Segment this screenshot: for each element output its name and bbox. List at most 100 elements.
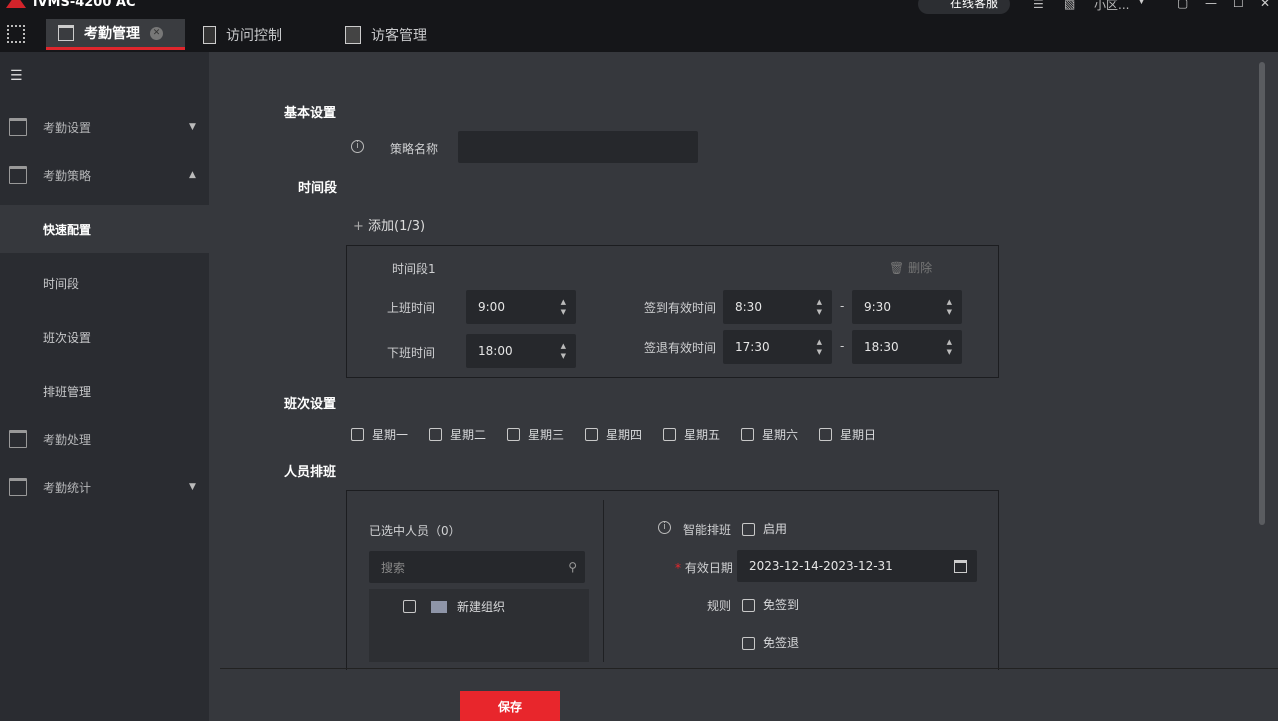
support-button[interactable]: 在线客服 [918,0,1010,14]
checkbox[interactable] [741,428,754,441]
day-thu[interactable]: 星期四 [585,426,642,443]
checkbox[interactable] [351,428,364,441]
section-basic: 基本设置 [284,106,337,121]
checkout-from-input[interactable]: 17:30 ▲ ▼ [723,330,832,364]
org-node[interactable]: 新建组织 [403,598,505,615]
chevron-up-icon: ▲ [189,170,196,180]
on-time-input[interactable]: 9:00 ▲ ▼ [466,290,576,324]
sidebar: ☰ 考勤设置 ▼ 考勤策略 ▲ 快速配置 时间段 班次设置 排班管理 考勤处理 考勤… [0,52,209,721]
checkbox[interactable] [585,428,598,441]
info-icon: i [658,521,671,534]
spinner-icon[interactable]: ▲ ▼ [817,297,822,317]
calendar-icon [58,25,74,41]
checkbox[interactable] [507,428,520,441]
sidebar-item-policy[interactable]: 考勤策略 ▲ [0,151,209,199]
sidebar-sub-shift[interactable]: 班次设置 [0,313,209,361]
off-time-input[interactable]: 18:00 ▲ ▼ [466,334,576,368]
day-sat[interactable]: 星期六 [741,426,798,443]
checkin-label: 签到有效时间 [644,301,717,315]
on-time-label: 上班时间 [387,301,436,315]
checkbox[interactable] [819,428,832,441]
section-shift: 班次设置 [284,397,337,412]
rule-label: 规则 [707,599,732,613]
trash-icon: 🗑 [889,261,905,275]
sidebar-item-processing[interactable]: 考勤处理 [0,415,209,463]
door-icon [203,25,216,44]
app-logo [6,0,26,8]
spinner-icon[interactable]: ▲ ▼ [817,337,822,357]
selected-count: 已选中人员（0） [369,524,461,538]
checkin-to-input[interactable]: 9:30 ▲ ▼ [852,290,962,324]
chevron-down-icon[interactable]: ▼ [1138,0,1145,6]
delete-button[interactable]: 🗑 删除 [889,259,932,276]
tab-bar: 考勤管理 ✕ 访问控制 访客管理 [0,14,1278,52]
spinner-icon[interactable]: ▲ ▼ [561,341,566,361]
policy-name-label: 策略名称 [390,142,439,156]
sidebar-sub-quick-config[interactable]: 快速配置 [0,205,209,253]
sidebar-item-settings[interactable]: 考勤设置 ▼ [0,103,209,151]
tab-attendance[interactable]: 考勤管理 ✕ [46,19,185,50]
tab-visitor[interactable]: 访客管理 [345,19,427,50]
day-mon[interactable]: 星期一 [351,426,408,443]
enable-checkbox[interactable]: 启用 [742,520,787,537]
visitor-icon [345,25,361,44]
stats-icon[interactable]: ▧ [1064,0,1075,11]
policy-name-input[interactable] [458,131,698,163]
chart-icon [9,478,27,496]
grid-icon[interactable] [7,25,25,43]
checkout-to-input[interactable]: 18:30 ▲ ▼ [852,330,962,364]
no-checkin-checkbox[interactable]: 免签到 [742,596,799,613]
checkout-label: 签退有效时间 [644,341,717,355]
day-wed[interactable]: 星期三 [507,426,564,443]
day-fri[interactable]: 星期五 [663,426,720,443]
checkbox[interactable] [663,428,676,441]
user-menu[interactable]: 小区... [1094,0,1129,13]
date-label: * 有效日期 [675,561,733,575]
title-bar: iVMS-4200 AC 在线客服 ☰ ▧ 小区... ▼ ▢ — ☐ ✕ [0,0,1278,14]
folder-icon [431,600,447,613]
maximize-icon[interactable]: ☐ [1233,0,1244,10]
minimize-icon[interactable]: — [1205,0,1217,10]
divider [603,500,604,662]
lock-icon[interactable]: ▢ [1177,0,1188,10]
sidebar-sub-schedule[interactable]: 排班管理 [0,367,209,415]
scrollbar[interactable] [1259,62,1265,525]
footer-divider [220,668,1278,669]
search-input[interactable]: 搜索 ⚲ [369,551,585,583]
checkin-from-input[interactable]: 8:30 ▲ ▼ [723,290,832,324]
dash: - [840,299,845,313]
menu-list-icon[interactable]: ☰ [1033,0,1044,11]
save-button[interactable]: 保存 [460,691,560,721]
close-tab-icon[interactable]: ✕ [150,26,163,40]
calendar-icon[interactable] [954,559,967,573]
no-checkout-checkbox[interactable]: 免签退 [742,634,799,651]
checkbox[interactable] [429,428,442,441]
spinner-icon[interactable]: ▲ ▼ [947,297,952,317]
plus-icon: + [353,219,369,234]
date-range-input[interactable]: 2023-12-14-2023-12-31 [737,550,977,582]
spinner-icon[interactable]: ▲ ▼ [561,297,566,317]
chevron-down-icon: ▼ [189,482,196,492]
section-schedule: 人员排班 [284,465,337,480]
close-icon[interactable]: ✕ [1260,0,1270,10]
checkbox[interactable] [742,599,755,612]
checkbox[interactable] [742,523,755,536]
app-title: iVMS-4200 AC [33,0,136,10]
section-period: 时间段 [298,181,338,196]
checkbox[interactable] [742,637,755,650]
calendar-icon [9,166,27,184]
day-sun[interactable]: 星期日 [819,426,876,443]
add-period-button[interactable]: + 添加(1/3) [353,215,425,234]
dash: - [840,339,845,353]
tab-access-control[interactable]: 访问控制 [203,19,282,50]
spinner-icon[interactable]: ▲ ▼ [947,337,952,357]
checkbox[interactable] [403,600,416,613]
sidebar-item-statistics[interactable]: 考勤统计 ▼ [0,463,209,511]
calendar-icon [9,118,27,136]
search-icon[interactable]: ⚲ [568,560,577,574]
chevron-down-icon: ▼ [189,122,196,132]
day-tue[interactable]: 星期二 [429,426,486,443]
sidebar-sub-period[interactable]: 时间段 [0,259,209,307]
info-icon: i [351,140,364,153]
hamburger-icon[interactable]: ☰ [10,68,23,84]
